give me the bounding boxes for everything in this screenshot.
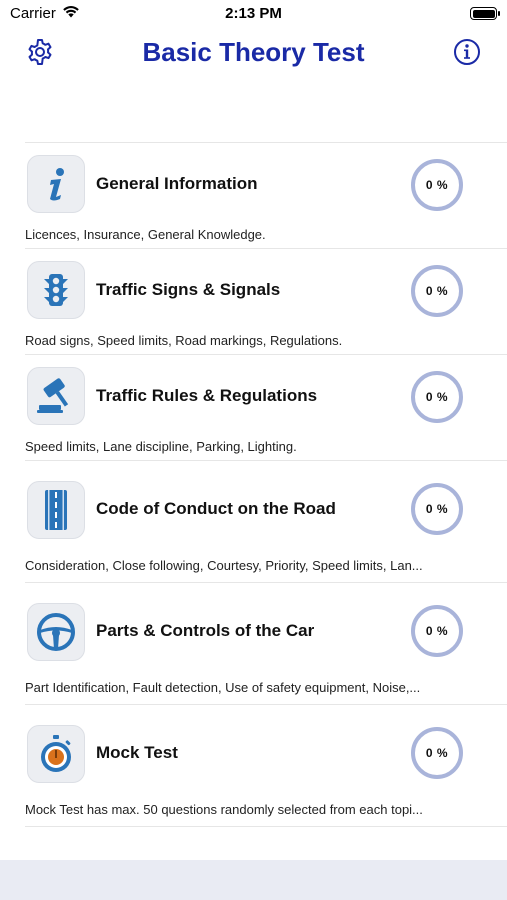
progress-ring: 0 %	[411, 605, 463, 657]
topic-row-code-of-conduct[interactable]: Code of Conduct on the Road 0 % Consider…	[25, 461, 507, 583]
topic-row-traffic-signs[interactable]: Traffic Signs & Signals 0 % Road signs, …	[25, 249, 507, 355]
traffic-light-icon	[27, 261, 85, 319]
topic-title: Code of Conduct on the Road	[96, 499, 336, 518]
topic-title: Parts & Controls of the Car	[96, 621, 315, 640]
info-icon	[27, 155, 85, 213]
info-button[interactable]	[451, 38, 483, 70]
stopwatch-icon	[27, 725, 85, 783]
info-circle-icon	[452, 37, 482, 72]
battery-icon	[470, 7, 500, 20]
topic-row-mock-test[interactable]: Mock Test 0 % Mock Test has max. 50 ques…	[25, 705, 507, 827]
page-title: Basic Theory Test	[142, 37, 365, 67]
topic-description: Mock Test has max. 50 questions randomly…	[25, 802, 423, 817]
road-icon	[27, 481, 85, 539]
topic-title: Mock Test	[96, 743, 178, 762]
steering-wheel-icon	[27, 603, 85, 661]
topic-row-general-information[interactable]: General Information 0 % Licences, Insura…	[25, 143, 507, 249]
status-time: 2:13 PM	[225, 5, 282, 22]
progress-ring: 0 %	[411, 483, 463, 535]
topic-title: Traffic Signs & Signals	[96, 280, 281, 299]
progress-ring: 0 %	[411, 371, 463, 423]
topic-description: Consideration, Close following, Courtesy…	[25, 558, 423, 573]
bottom-toolbar-area	[0, 860, 507, 900]
topic-row-traffic-rules[interactable]: Traffic Rules & Regulations 0 % Speed li…	[25, 355, 507, 461]
progress-ring: 0 %	[411, 727, 463, 779]
topic-description: Part Identification, Fault detection, Us…	[25, 680, 421, 695]
topic-title: General Information	[96, 174, 258, 193]
progress-ring: 0 %	[411, 159, 463, 211]
topic-row-parts-controls[interactable]: Parts & Controls of the Car 0 % Part Ide…	[25, 583, 507, 705]
status-bar: Carrier 2:13 PM	[0, 0, 507, 28]
navigation-bar: Basic Theory Test	[0, 28, 507, 80]
topic-description: Road signs, Speed limits, Road markings,…	[25, 333, 343, 348]
topic-title: Traffic Rules & Regulations	[96, 386, 318, 405]
topic-list: General Information 0 % Licences, Insura…	[25, 142, 507, 827]
topic-description: Licences, Insurance, General Knowledge.	[25, 227, 266, 242]
gavel-icon	[27, 367, 85, 425]
topic-description: Speed limits, Lane discipline, Parking, …	[25, 439, 297, 454]
progress-ring: 0 %	[411, 265, 463, 317]
